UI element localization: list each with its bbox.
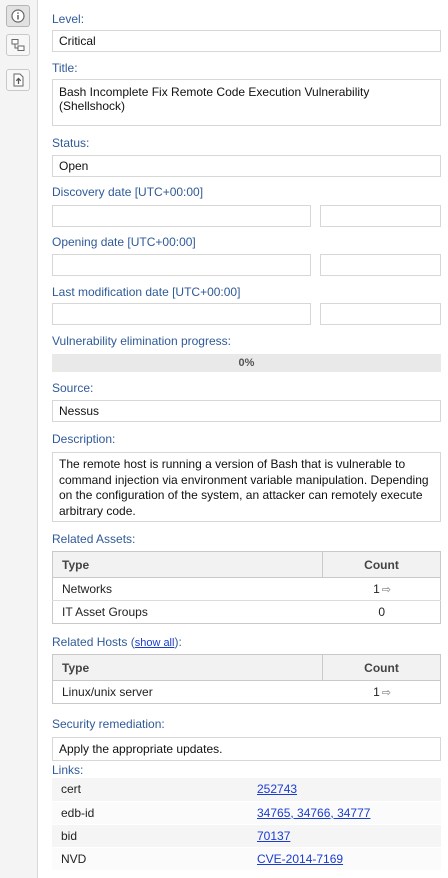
title-value: Bash Incomplete Fix Remote Code Executio… xyxy=(59,85,370,113)
asset-count-cell: 0 xyxy=(378,605,385,619)
table-header-row: Type Count xyxy=(52,654,441,681)
status-label: Status: xyxy=(52,136,90,150)
related-assets-table: Type Count Networks 1 ⇨ IT Asset Groups 0 xyxy=(52,551,441,624)
host-count-cell[interactable]: 1 ⇨ xyxy=(323,681,441,704)
links-table: cert 252743 edb-id 34765, 34766, 34777 b… xyxy=(52,778,441,871)
asset-type-cell: Networks xyxy=(52,577,323,601)
last-modification-date-label: Last modification date [UTC+00:00] xyxy=(52,285,241,299)
cert-link[interactable]: 252743 xyxy=(257,782,297,796)
status-value: Open xyxy=(59,159,89,173)
opening-date-label: Opening date [UTC+00:00] xyxy=(52,235,196,249)
nvd-link[interactable]: CVE-2014-7169 xyxy=(257,852,343,866)
source-value: Nessus xyxy=(59,404,100,418)
link-key: cert xyxy=(52,778,248,802)
type-column-header[interactable]: Type xyxy=(52,551,323,578)
side-toolbar xyxy=(0,0,38,878)
source-label: Source: xyxy=(52,381,94,395)
discovery-date-input[interactable] xyxy=(52,205,311,227)
related-hosts-label: Related Hosts (show all): xyxy=(52,635,182,649)
link-row: cert 252743 xyxy=(52,778,441,802)
table-row: IT Asset Groups 0 xyxy=(53,601,441,624)
discovery-time-input[interactable] xyxy=(320,205,441,227)
host-count-value: 1 xyxy=(373,685,380,699)
table-header-row: Type Count xyxy=(52,551,441,578)
status-field[interactable]: Open xyxy=(52,155,441,177)
related-hosts-table: Type Count Linux/unix server 1 ⇨ xyxy=(52,654,441,704)
type-column-header[interactable]: Type xyxy=(52,654,323,681)
table-row: Networks 1 ⇨ xyxy=(52,577,441,601)
links-label: Links: xyxy=(52,763,84,777)
count-column-header[interactable]: Count xyxy=(322,654,441,681)
host-type-cell: Linux/unix server xyxy=(62,685,153,699)
info-icon xyxy=(11,9,25,23)
level-field[interactable]: Critical xyxy=(52,30,441,52)
relations-button[interactable] xyxy=(6,34,30,56)
progress-text: 0% xyxy=(238,357,255,369)
link-key: bid xyxy=(52,824,248,848)
asset-count-value: 1 xyxy=(373,582,380,596)
related-assets-label: Related Assets: xyxy=(52,532,136,546)
discovery-date-label: Discovery date [UTC+00:00] xyxy=(52,185,204,199)
level-value: Critical xyxy=(59,34,96,48)
source-field[interactable]: Nessus xyxy=(52,400,441,422)
progress-label: Vulnerability elimination progress: xyxy=(52,334,231,348)
title-field[interactable]: Bash Incomplete Fix Remote Code Executio… xyxy=(52,79,441,126)
link-key: edb-id xyxy=(52,801,248,825)
description-value: The remote host is running a version of … xyxy=(59,457,429,518)
remediation-value: Apply the appropriate updates. xyxy=(59,742,223,756)
arrow-right-icon[interactable]: ⇨ xyxy=(382,584,391,596)
edb-id-link[interactable]: 34765, 34766, 34777 xyxy=(257,806,370,820)
last-modification-date-input[interactable] xyxy=(52,303,311,325)
link-key: NVD xyxy=(52,847,248,871)
relations-icon xyxy=(11,39,25,51)
link-row: bid 70137 xyxy=(52,824,441,848)
export-icon xyxy=(13,73,24,87)
count-column-header[interactable]: Count xyxy=(322,551,441,578)
description-label: Description: xyxy=(52,432,116,446)
export-button[interactable] xyxy=(6,69,30,91)
link-row: edb-id 34765, 34766, 34777 xyxy=(52,801,441,825)
remediation-label: Security remediation: xyxy=(52,717,165,731)
arrow-right-icon[interactable]: ⇨ xyxy=(382,687,391,699)
bid-link[interactable]: 70137 xyxy=(257,829,290,843)
level-label: Level: xyxy=(52,12,85,26)
opening-date-input[interactable] xyxy=(52,254,311,276)
opening-time-input[interactable] xyxy=(320,254,441,276)
asset-count-cell[interactable]: 1 ⇨ xyxy=(322,577,441,601)
link-row: NVD CVE-2014-7169 xyxy=(52,847,441,871)
remediation-field[interactable]: Apply the appropriate updates. xyxy=(52,737,441,761)
table-row: Linux/unix server 1 ⇨ xyxy=(53,681,441,704)
last-modification-time-input[interactable] xyxy=(320,303,441,325)
info-button[interactable] xyxy=(6,5,30,27)
show-all-link[interactable]: show all xyxy=(135,637,175,649)
title-label: Title: xyxy=(52,61,78,75)
elimination-progress-bar: 0% xyxy=(52,354,441,372)
asset-type-cell: IT Asset Groups xyxy=(62,605,148,619)
description-field[interactable]: The remote host is running a version of … xyxy=(52,452,441,522)
